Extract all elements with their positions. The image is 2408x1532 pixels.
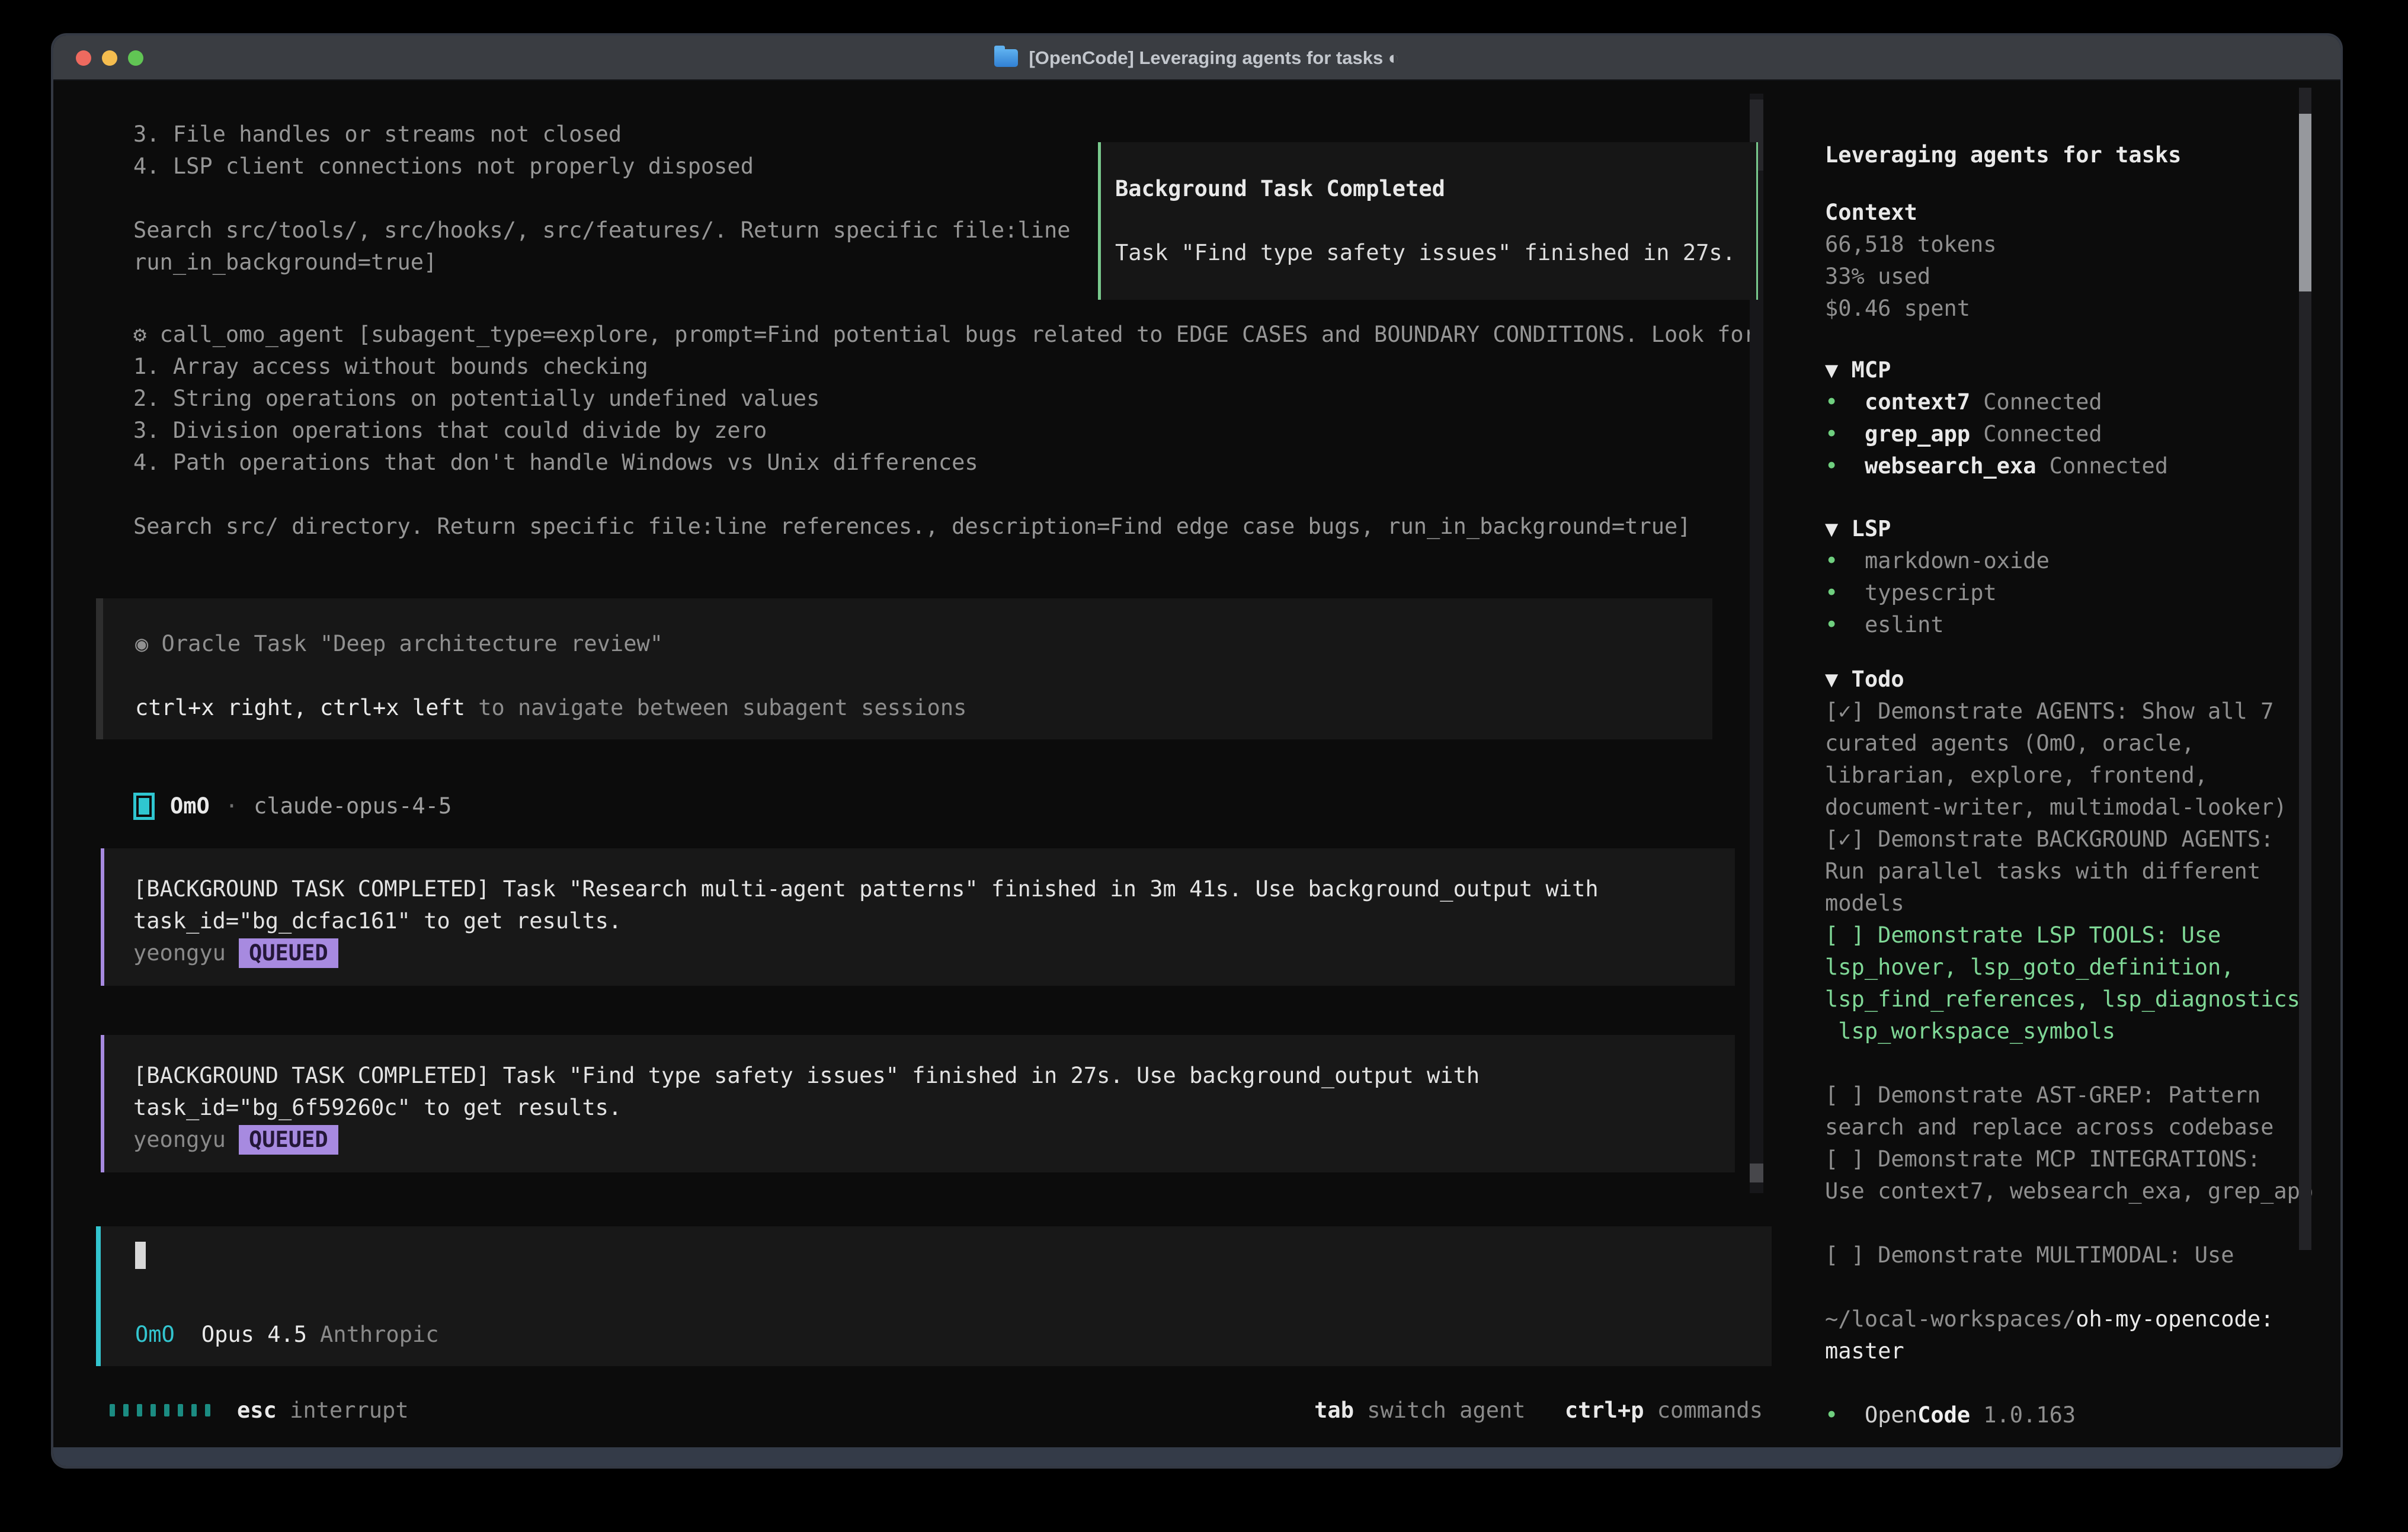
mcp-item: •websearch_exaConnected (1825, 450, 2318, 482)
text-cursor (135, 1242, 146, 1269)
status-dot-icon: • (1825, 418, 1865, 450)
lsp-item: •typescript (1825, 577, 2318, 609)
app-window: [OpenCode] Leveraging agents for tasks ◐… (53, 36, 2340, 1466)
background-task-message: [BACKGROUND TASK COMPLETED] Task "Find t… (101, 1035, 1735, 1172)
status-dot-icon: • (1825, 386, 1865, 418)
message-line: [BACKGROUND TASK COMPLETED] Task "Resear… (133, 873, 1735, 905)
activity-dots-icon (110, 1404, 210, 1416)
queued-badge: QUEUED (239, 938, 338, 968)
oracle-task-hint: ctrl+x right, ctrl+x left to navigate be… (135, 692, 966, 724)
context-tokens: 66,518 tokens (1825, 229, 2318, 261)
todo-section-header[interactable]: ▼ Todo (1825, 664, 2318, 696)
status-dot-icon: • (1825, 1399, 1865, 1431)
background-task-notification: Background Task Completed Task "Find typ… (1098, 142, 1758, 300)
background-task-message: [BACKGROUND TASK COMPLETED] Task "Resear… (101, 848, 1735, 986)
todo-item: [✓] Demonstrate BACKGROUND AGENTS: Run p… (1825, 823, 2318, 919)
agent-icon (133, 793, 155, 820)
oracle-task-title: ◉ Oracle Task "Deep architecture review" (135, 628, 663, 660)
workspace-path: ~/local-workspaces/oh-my-opencode: (1825, 1303, 2318, 1335)
todo-item: [ ] Demonstrate MULTIMODAL: Use (1825, 1239, 2318, 1271)
mcp-section-header[interactable]: ▼ MCP (1825, 354, 2318, 386)
todo-item: [ ] Demonstrate AST-GREP: Pattern search… (1825, 1079, 2318, 1143)
status-dot-icon: • (1825, 609, 1865, 641)
lsp-item: •markdown-oxide (1825, 545, 2318, 577)
context-spent: $0.46 spent (1825, 293, 2318, 325)
tab-label: switch agent (1367, 1398, 1525, 1423)
agent-separator: · (225, 790, 238, 822)
prompt-input[interactable]: OmO Opus 4.5 Anthropic (96, 1226, 1772, 1366)
message-user: yeongyu (133, 1124, 226, 1156)
shortcut-hints: tab switch agent ctrl+p commands (1314, 1395, 1763, 1427)
status-bar: esc interrupt tab switch agent ctrl+p co… (53, 1395, 1802, 1427)
message-line: task_id="bg_6f59260c" to get results. (133, 1092, 1735, 1124)
ctrlp-key: ctrl+p (1565, 1398, 1644, 1423)
queued-badge: QUEUED (239, 1125, 338, 1155)
input-agent-name: OmO (135, 1322, 175, 1347)
window-title: [OpenCode] Leveraging agents for tasks ◐ (1029, 42, 1399, 74)
ctrlp-label: commands (1657, 1398, 1763, 1423)
terminal-main: 3. File handles or streams not closed 4.… (53, 82, 1802, 1448)
esc-key: esc (237, 1398, 277, 1423)
mcp-item: •context7Connected (1825, 386, 2318, 418)
sidebar-scrollbar[interactable] (2299, 88, 2311, 1250)
lsp-section-header[interactable]: ▼ LSP (1825, 513, 2318, 545)
context-used: 33% used (1825, 261, 2318, 293)
status-dot-icon: • (1825, 577, 1865, 609)
tab-key: tab (1314, 1398, 1354, 1423)
input-provider-name: Anthropic (320, 1322, 438, 1347)
tool-call-lines: ⚙ call_omo_agent [subagent_type=explore,… (133, 319, 1757, 543)
todo-item: [✓] Demonstrate AGENTS: Show all 7 curat… (1825, 696, 2318, 823)
sidebar-scrollbar-thumb[interactable] (2299, 114, 2311, 291)
message-line: [BACKGROUND TASK COMPLETED] Task "Find t… (133, 1060, 1735, 1092)
agent-model: claude-opus-4-5 (254, 790, 451, 822)
esc-label: interrupt (290, 1398, 408, 1423)
shortcut-keys: ctrl+x right, ctrl+x left (135, 695, 465, 720)
status-dot-icon: • (1825, 450, 1865, 482)
oracle-task-box[interactable]: ◉ Oracle Task "Deep architecture review"… (96, 598, 1712, 739)
message-user: yeongyu (133, 937, 226, 969)
workspace-branch: master (1825, 1335, 2318, 1367)
session-title: Leveraging agents for tasks (1825, 139, 2318, 171)
status-dot-icon: • (1825, 545, 1865, 577)
lsp-item: •eslint (1825, 609, 2318, 641)
folder-icon (994, 49, 1018, 67)
notification-title: Background Task Completed (1115, 173, 1445, 205)
scrollbar-thumb-bottom[interactable] (1750, 1164, 1763, 1182)
transcript-top-lines: 3. File handles or streams not closed 4.… (133, 118, 1071, 278)
model-row: OmO Opus 4.5 Anthropic (135, 1319, 439, 1351)
context-heading: Context (1825, 197, 2318, 229)
input-model-name: Opus 4.5 (201, 1322, 307, 1347)
titlebar: [OpenCode] Leveraging agents for tasks ◐ (53, 36, 2340, 81)
interrupt-shortcut: esc interrupt (237, 1395, 409, 1427)
agent-name: OmO (170, 790, 210, 822)
agent-header: OmO · claude-opus-4-5 (133, 790, 451, 823)
notification-body: Task "Find type safety issues" finished … (1115, 237, 1735, 269)
todo-item: [ ] Demonstrate MCP INTEGRATIONS: Use co… (1825, 1143, 2318, 1207)
window-bottom-edge (53, 1447, 2340, 1466)
version-row: •OpenCode1.0.163 (1825, 1399, 2318, 1431)
mcp-item: •grep_appConnected (1825, 418, 2318, 450)
sidebar: Leveraging agents for tasks Context 66,5… (1802, 82, 2340, 1448)
message-line: task_id="bg_dcfac161" to get results. (133, 905, 1735, 937)
todo-item: [ ] Demonstrate LSP TOOLS: Use lsp_hover… (1825, 919, 2318, 1047)
shortcut-hint: to navigate between subagent sessions (465, 695, 966, 720)
